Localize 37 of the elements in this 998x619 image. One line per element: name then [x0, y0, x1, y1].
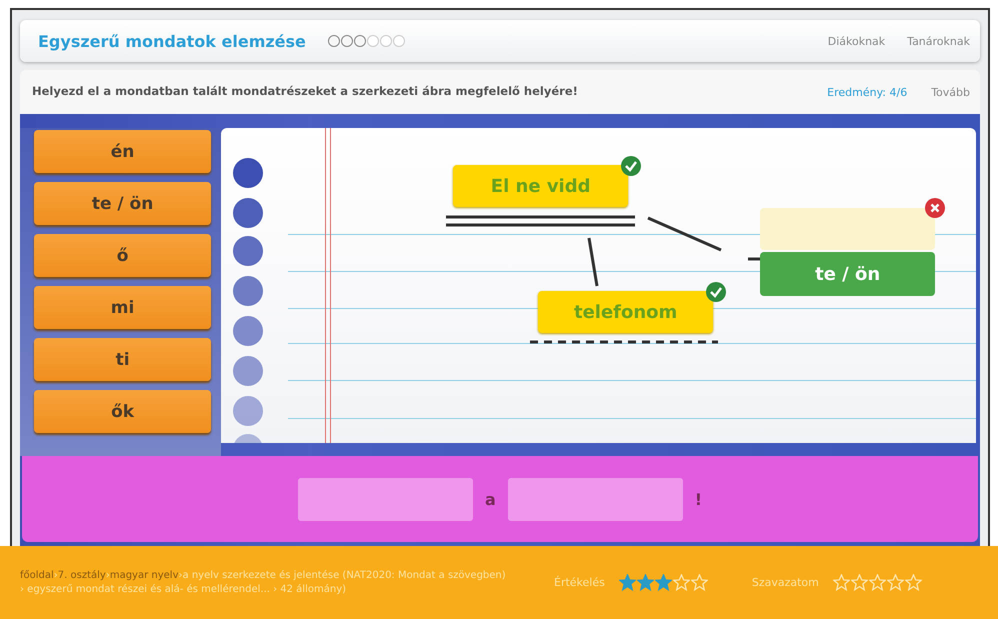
header-link[interactable]: Tanároknak: [907, 34, 970, 48]
sentence-word: a: [484, 490, 496, 508]
word-card[interactable]: ők: [34, 390, 212, 433]
word-card[interactable]: mi: [34, 286, 212, 329]
star-icon: [636, 574, 654, 591]
star-icon: [654, 574, 672, 591]
score-link[interactable]: Eredmény: 4/6: [827, 86, 908, 98]
word-card[interactable]: te / ön: [34, 182, 212, 225]
star-rating[interactable]: [618, 574, 708, 591]
instruction-text: Helyezd el a mondatban talált mondatrészeket a szerkezeti ábra megfelelő helyére!: [32, 84, 579, 100]
drop-slot[interactable]: [760, 208, 936, 250]
rating-label: Értékelés: [554, 576, 605, 589]
lesson-title: Egyszerű mondatok elemzése: [38, 32, 306, 50]
star-icon: [868, 574, 886, 591]
answer-card[interactable]: El ne vidd: [453, 165, 628, 207]
connector-line: [748, 258, 760, 260]
word-card[interactable]: ti: [34, 338, 212, 381]
star-icon: [886, 574, 904, 591]
connector-line: [588, 238, 599, 286]
header-link[interactable]: Diákoknak: [828, 34, 886, 48]
drop-slot[interactable]: [298, 478, 473, 520]
star-rating[interactable]: [832, 574, 922, 591]
breadcrumb-text: főoldal›7. osztály›magyar nyelv›a nyelv szerkezete és jelentése (NAT2020: Mondat a szövegben) › egyszerű mondat részei és alá- és mellérendel... › 42 állomány): [20, 569, 507, 596]
word-card[interactable]: én: [34, 130, 212, 173]
star-icon: [832, 574, 850, 591]
star-icon: [672, 574, 690, 591]
drop-slot[interactable]: [508, 478, 683, 520]
star-icon: [904, 574, 922, 591]
answer-card[interactable]: te / ön: [760, 252, 936, 296]
next-link[interactable]: Tovább: [931, 86, 970, 98]
word-card[interactable]: ő: [34, 234, 212, 277]
answer-card[interactable]: telefonom: [538, 291, 714, 333]
star-icon: [618, 574, 636, 591]
rating-label: Szavazatom: [752, 576, 819, 589]
star-icon: [850, 574, 868, 591]
star-icon: [690, 574, 708, 591]
sentence-word: !: [694, 490, 702, 508]
